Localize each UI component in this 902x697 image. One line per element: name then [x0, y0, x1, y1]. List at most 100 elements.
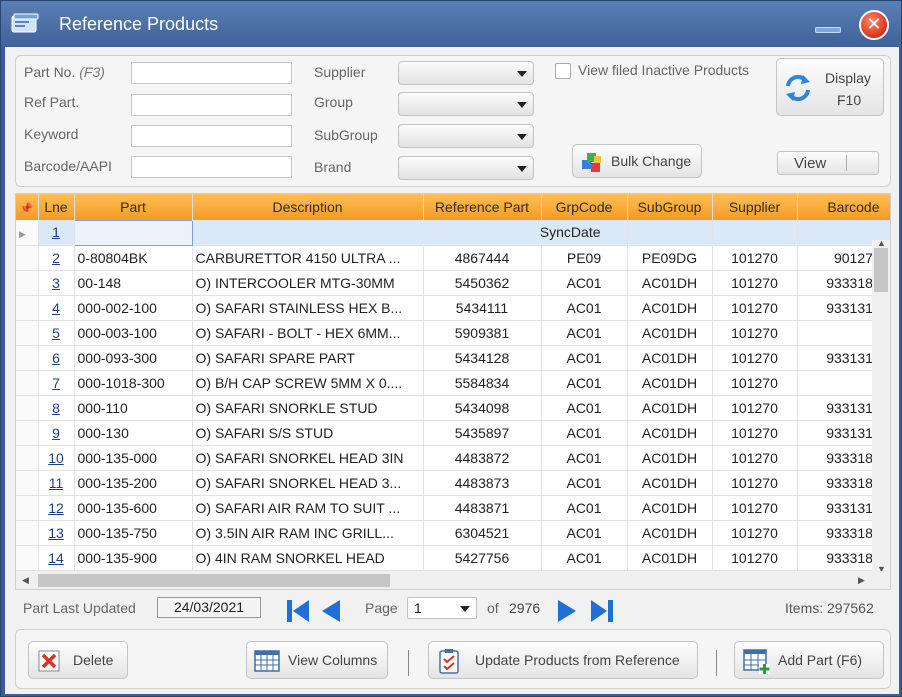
- cell-subgroup[interactable]: AC01DH: [627, 445, 713, 471]
- cell-lne[interactable]: 13: [38, 520, 75, 546]
- minimize-button[interactable]: [815, 27, 841, 33]
- row-selector[interactable]: [16, 545, 39, 571]
- column-header-supplier[interactable]: Supplier: [712, 194, 798, 220]
- cell-description[interactable]: O) 3.5IN AIR RAM INC GRILL...: [192, 520, 424, 546]
- table-row[interactable]: 5 000-003-100 O) SAFARI - BOLT - HEX 6MM..…: [16, 320, 890, 346]
- cell-reference-part[interactable]: 5427756: [423, 545, 542, 571]
- cell-grpcode[interactable]: AC01: [541, 545, 628, 571]
- column-header-barcode[interactable]: Barcode: [797, 194, 890, 220]
- row-selector[interactable]: [16, 445, 39, 471]
- subgroup-select[interactable]: [398, 124, 534, 148]
- row-selector[interactable]: [16, 495, 39, 521]
- row-selector[interactable]: [16, 320, 39, 346]
- cell-subgroup[interactable]: AC01DH: [627, 370, 713, 396]
- cell-lne[interactable]: 2: [38, 245, 75, 271]
- row-selector[interactable]: [16, 470, 39, 496]
- cell-lne[interactable]: 6: [38, 345, 75, 371]
- update-products-button[interactable]: Update Products from Reference: [428, 641, 698, 679]
- cell-lne[interactable]: 5: [38, 320, 75, 346]
- cell-part[interactable]: 000-110: [74, 395, 193, 421]
- cell-description[interactable]: O) SAFARI SPARE PART: [192, 345, 424, 371]
- display-button[interactable]: Display F10: [776, 58, 884, 116]
- table-row[interactable]: 2 0-80804BK CARBURETTOR 4150 ULTRA ... 4867…: [16, 245, 890, 271]
- line-link[interactable]: 12: [48, 500, 64, 516]
- cell-reference-part[interactable]: 5435897: [423, 420, 542, 446]
- pin-column-header[interactable]: 📌: [16, 194, 39, 220]
- cell-grpcode[interactable]: AC01: [541, 345, 628, 371]
- table-row[interactable]: 3 00-148 O) INTERCOOLER MTG-30MM 5450362 AC0…: [16, 270, 890, 296]
- view-button[interactable]: View: [777, 151, 879, 175]
- line-link[interactable]: 9: [52, 425, 60, 441]
- cell-reference-part[interactable]: 4483871: [423, 495, 542, 521]
- row-selector[interactable]: [16, 295, 39, 321]
- cell-grpcode[interactable]: AC01: [541, 395, 628, 421]
- row-selector[interactable]: [16, 420, 39, 446]
- cell-description[interactable]: O) SAFARI S/S STUD: [192, 420, 424, 446]
- table-row[interactable]: 10 000-135-000 O) SAFARI SNORKEL HEAD 3IN 4…: [16, 445, 890, 471]
- barcode-input[interactable]: [131, 156, 292, 178]
- next-page-button[interactable]: [556, 599, 578, 623]
- column-header-part[interactable]: Part: [74, 194, 193, 220]
- cell-grpcode[interactable]: AC01: [541, 495, 628, 521]
- line-link[interactable]: 4: [52, 300, 60, 316]
- cell-reference-part[interactable]: 4867444: [423, 245, 542, 271]
- horizontal-scroll-thumb[interactable]: [38, 574, 390, 587]
- cell-description[interactable]: O) SAFARI STAINLESS HEX B...: [192, 295, 424, 321]
- cell-description[interactable]: O) SAFARI SNORKEL HEAD 3IN: [192, 445, 424, 471]
- cell-grpcode[interactable]: AC01: [541, 295, 628, 321]
- row-selector[interactable]: [16, 345, 39, 371]
- horizontal-scrollbar[interactable]: ◀ ▶: [16, 571, 890, 589]
- cell-supplier[interactable]: 101270: [712, 320, 798, 346]
- add-part-button[interactable]: Add Part (F6): [734, 641, 884, 679]
- cell-supplier[interactable]: 101270: [712, 495, 798, 521]
- keyword-input[interactable]: [131, 125, 292, 147]
- line-link[interactable]: 8: [52, 400, 60, 416]
- cell-supplier[interactable]: 101270: [712, 345, 798, 371]
- first-page-button[interactable]: [285, 599, 311, 623]
- line-link[interactable]: 6: [52, 350, 60, 366]
- brand-select[interactable]: [398, 156, 534, 180]
- line-link[interactable]: 10: [48, 450, 64, 466]
- cell-reference-part[interactable]: 5909381: [423, 320, 542, 346]
- vertical-scroll-thumb[interactable]: [874, 248, 888, 292]
- cell-lne[interactable]: 7: [38, 370, 75, 396]
- cell-reference-part[interactable]: 4483873: [423, 470, 542, 496]
- cell-supplier[interactable]: 101270: [712, 520, 798, 546]
- table-row[interactable]: 4 000-002-100 O) SAFARI STAINLESS HEX B...…: [16, 295, 890, 321]
- table-row[interactable]: 9 000-130 O) SAFARI S/S STUD 5435897 AC01 AC0…: [16, 420, 890, 446]
- line-link[interactable]: 3: [52, 275, 60, 291]
- cell-lne[interactable]: 8: [38, 395, 75, 421]
- cell-part[interactable]: 000-093-300: [74, 345, 193, 371]
- line-link[interactable]: 2: [52, 250, 60, 266]
- cell-supplier[interactable]: 101270: [712, 395, 798, 421]
- cell-supplier[interactable]: 101270: [712, 295, 798, 321]
- cell-subgroup[interactable]: AC01DH: [627, 295, 713, 321]
- cell-grpcode[interactable]: AC01: [541, 420, 628, 446]
- table-row[interactable]: 8 000-110 O) SAFARI SNORKLE STUD 5434098 AC0…: [16, 395, 890, 421]
- column-header-description[interactable]: Description: [192, 194, 424, 220]
- cell-description[interactable]: O) 4IN RAM SNORKEL HEAD: [192, 545, 424, 571]
- cell-subgroup[interactable]: AC01DH: [627, 395, 713, 421]
- cell-part[interactable]: 000-135-600: [74, 495, 193, 521]
- cell-reference-part[interactable]: 5450362: [423, 270, 542, 296]
- cell-grpcode[interactable]: AC01: [541, 520, 628, 546]
- cell-reference-part[interactable]: 5434111: [423, 295, 542, 321]
- cell-part[interactable]: 000-002-100: [74, 295, 193, 321]
- cell-description[interactable]: O) SAFARI SNORKLE STUD: [192, 395, 424, 421]
- column-header-grpcode[interactable]: GrpCode: [541, 194, 628, 220]
- column-header-subgroup[interactable]: SubGroup: [627, 194, 713, 220]
- cell-part[interactable]: 000-135-200: [74, 470, 193, 496]
- cell-lne[interactable]: 12: [38, 495, 75, 521]
- row-selector[interactable]: [16, 520, 39, 546]
- row-selector[interactable]: [16, 370, 39, 396]
- line-link[interactable]: 1: [52, 224, 60, 240]
- vertical-scrollbar[interactable]: ▲ ▼: [872, 238, 890, 574]
- table-row[interactable]: 7 000-1018-300 O) B/H CAP SCREW 5MM X 0...…: [16, 370, 890, 396]
- bulk-change-button[interactable]: Bulk Change: [572, 144, 702, 178]
- cell-part[interactable]: 0-80804BK: [74, 245, 193, 271]
- cell-reference-part[interactable]: 5434128: [423, 345, 542, 371]
- cell-description[interactable]: O) SAFARI SNORKEL HEAD 3...: [192, 470, 424, 496]
- table-row[interactable]: 11 000-135-200 O) SAFARI SNORKEL HEAD 3...…: [16, 470, 890, 496]
- line-link[interactable]: 13: [48, 525, 64, 541]
- cell-grpcode[interactable]: PE09: [541, 245, 628, 271]
